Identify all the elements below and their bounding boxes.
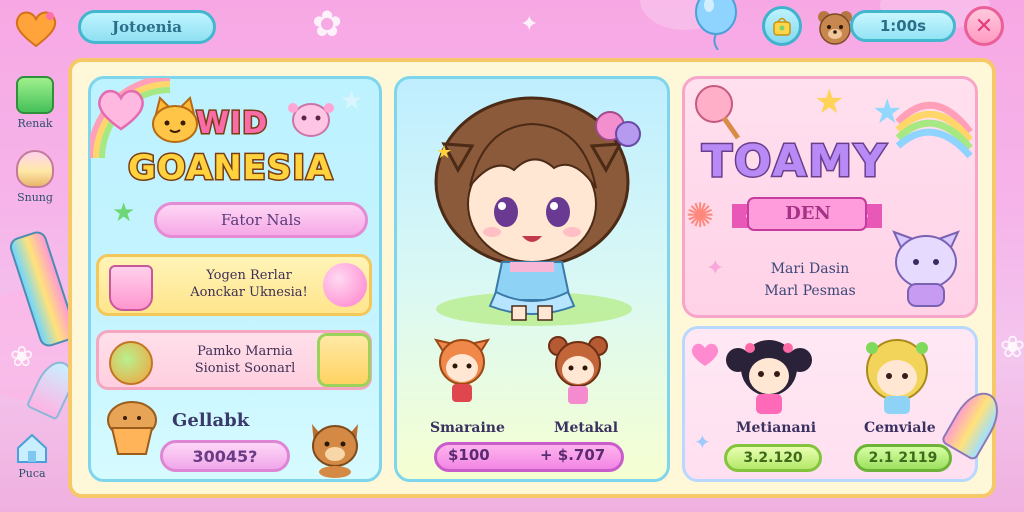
lollipop-icon: [695, 85, 741, 140]
character-name: Cemviale: [864, 420, 936, 436]
timer-display: 1:00s: [850, 10, 956, 42]
sidebar-item-label: Snung: [17, 191, 53, 204]
event-desc-line2: Marl Pesmas: [764, 283, 856, 299]
fator-nals-button[interactable]: Fator Nals: [154, 202, 368, 238]
cat-mascot-icon: [152, 96, 198, 143]
reward-card-2[interactable]: Pamko Marnia Sionist Soonarl: [96, 330, 372, 390]
timer-value: 1:00s: [879, 17, 927, 35]
price-value: 3.2.120: [743, 450, 803, 466]
star-icon: ★: [112, 198, 136, 228]
game-logo-top: WID: [194, 105, 269, 143]
reward-card-1[interactable]: Yogen Rerlar Aonckar Uknesia!: [96, 254, 372, 316]
balloon-icon: [695, 0, 737, 50]
character-metakal-portrait[interactable]: [544, 332, 612, 408]
star-icon: ★: [814, 82, 845, 122]
game-title-badge: Jotoenia: [78, 10, 216, 44]
sidebar-item-label: Renak: [17, 117, 53, 130]
event-title-text: TOAMY: [701, 135, 888, 189]
heart-icon: [691, 343, 719, 366]
price-pill[interactable]: 2.1 2119: [854, 444, 952, 472]
character-smaraine-portrait[interactable]: [428, 332, 496, 408]
cat-mascot-icon: [892, 230, 960, 307]
event-title: TOAMY: [701, 135, 888, 189]
home-label: Puca: [18, 467, 46, 480]
shopping-bag-icon: [773, 17, 791, 36]
ribbon-label: DEN: [785, 203, 831, 224]
star-icon: ★: [340, 86, 364, 116]
lollipop-icon: [109, 341, 153, 385]
card1-line2: Aonckar Uknesia!: [190, 285, 308, 300]
svg-text:★: ★: [436, 142, 452, 163]
currency-label: Gellabk: [172, 410, 250, 431]
sparkle-icon: ❀: [1000, 330, 1024, 365]
event-desc-line1: Mari Dasin: [770, 261, 850, 277]
currency-value: 30045?: [192, 446, 258, 466]
axolotl-mascot-icon: [288, 103, 334, 137]
shop-bag-button[interactable]: [762, 6, 802, 46]
price-value: 2.1 2119: [868, 450, 938, 466]
rainbow-icon: [895, 101, 973, 159]
game-title: Jotoenia: [112, 18, 182, 36]
price-right: + $.707: [540, 446, 606, 464]
card2-line2: Sionist Soonarl: [194, 361, 296, 376]
sparkle-icon: ✦: [520, 12, 539, 37]
close-button[interactable]: ✕: [964, 6, 1004, 46]
event-description: Mari Dasin Marl Pesmas: [740, 258, 880, 302]
close-icon: ✕: [974, 13, 994, 39]
fator-nals-label: Fator Nals: [221, 211, 301, 229]
price-left: $100: [448, 446, 490, 464]
character-name: Smaraine: [430, 420, 505, 436]
home-icon: [17, 433, 47, 463]
character-name: Metakal: [554, 420, 619, 436]
character-cemviale-portrait[interactable]: [852, 334, 942, 418]
sidebar-item-snung[interactable]: Snung: [6, 150, 64, 204]
ice-cream-icon: [16, 150, 54, 188]
sparkle-icon: ✿: [312, 4, 343, 45]
drum-icon: [317, 333, 371, 387]
sparkle-icon: ✦: [694, 430, 711, 454]
character-name: Metianani: [736, 420, 817, 436]
star-icon: ✦: [706, 256, 725, 281]
price-pill[interactable]: 3.2.120: [724, 444, 822, 472]
featured-character-portrait[interactable]: ★: [414, 86, 650, 324]
sparkle-icon: ❀: [10, 340, 34, 373]
card2-line1: Pamko Marnia: [197, 344, 293, 359]
muffin-icon: [107, 401, 157, 455]
cotton-candy-icon: [323, 263, 367, 307]
cup-icon: [109, 265, 153, 311]
dog-mascot-icon: [312, 424, 358, 478]
game-logo-bottom: GOANESIA: [126, 147, 334, 190]
heart-icon: [98, 89, 144, 131]
currency-value-pill[interactable]: 30045?: [160, 440, 290, 472]
card1-line1: Yogen Rerlar: [206, 268, 292, 283]
character-metianani-portrait[interactable]: [724, 334, 814, 418]
flower-icon: ✺: [686, 196, 715, 236]
heart-icon: [15, 11, 57, 48]
battery-icon: [16, 76, 54, 114]
sidebar-item-renak[interactable]: Renak: [6, 76, 64, 130]
home-button[interactable]: Puca: [4, 432, 60, 480]
bear-avatar-icon[interactable]: [816, 8, 854, 46]
